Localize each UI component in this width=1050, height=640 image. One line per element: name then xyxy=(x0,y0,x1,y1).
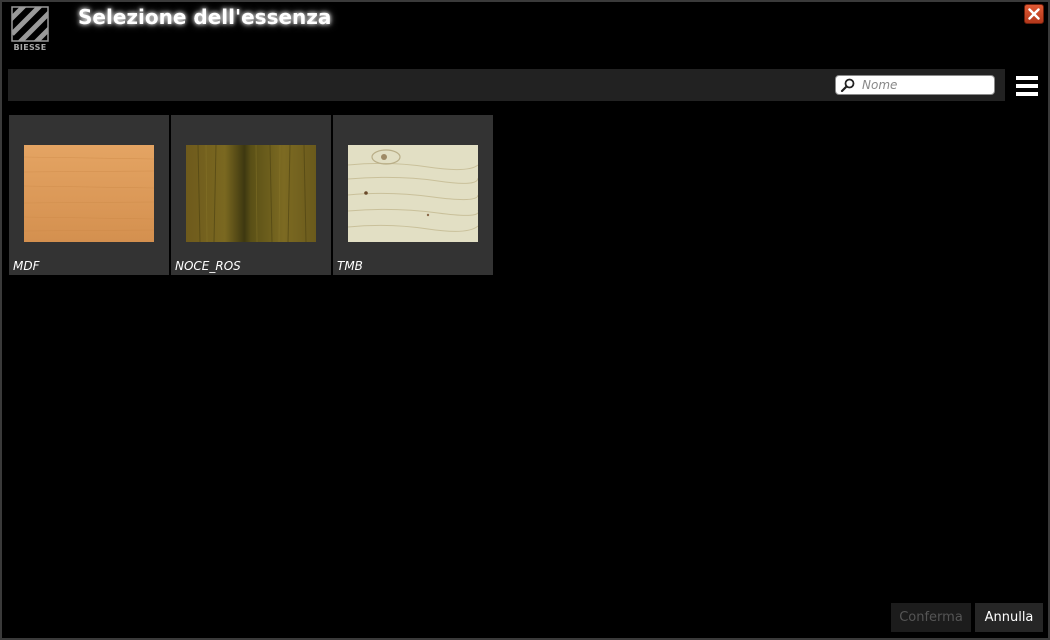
logo-text: BIESSE xyxy=(13,43,47,52)
menu-bar xyxy=(1016,76,1038,80)
material-tile-tmb[interactable]: TMB xyxy=(333,115,493,275)
toolbar xyxy=(8,69,1005,101)
material-label: TMB xyxy=(337,259,363,273)
search-input[interactable] xyxy=(862,77,990,93)
material-tile-noce-ros[interactable]: NOCE_ROS xyxy=(171,115,331,275)
close-icon xyxy=(1028,8,1040,20)
search-icon xyxy=(840,78,855,92)
menu-bar xyxy=(1016,92,1038,96)
menu-button[interactable] xyxy=(1014,74,1040,98)
confirm-button[interactable]: Conferma xyxy=(891,603,971,632)
biesse-logo: BIESSE xyxy=(10,6,50,54)
search-box xyxy=(835,75,995,95)
material-thumbnail xyxy=(24,145,154,242)
close-button[interactable] xyxy=(1024,4,1044,24)
window-title: Selezione dell'essenza xyxy=(78,5,332,29)
dialog-window: BIESSE Selezione dell'essenza Nome MDF N… xyxy=(0,0,1050,640)
material-label: NOCE_ROS xyxy=(175,259,241,273)
material-thumbnail xyxy=(186,145,316,242)
menu-bar xyxy=(1016,84,1038,88)
material-thumbnail xyxy=(348,145,478,242)
material-label: MDF xyxy=(13,259,40,273)
cancel-button[interactable]: Annulla xyxy=(975,603,1043,632)
material-tile-mdf[interactable]: MDF xyxy=(9,115,169,275)
